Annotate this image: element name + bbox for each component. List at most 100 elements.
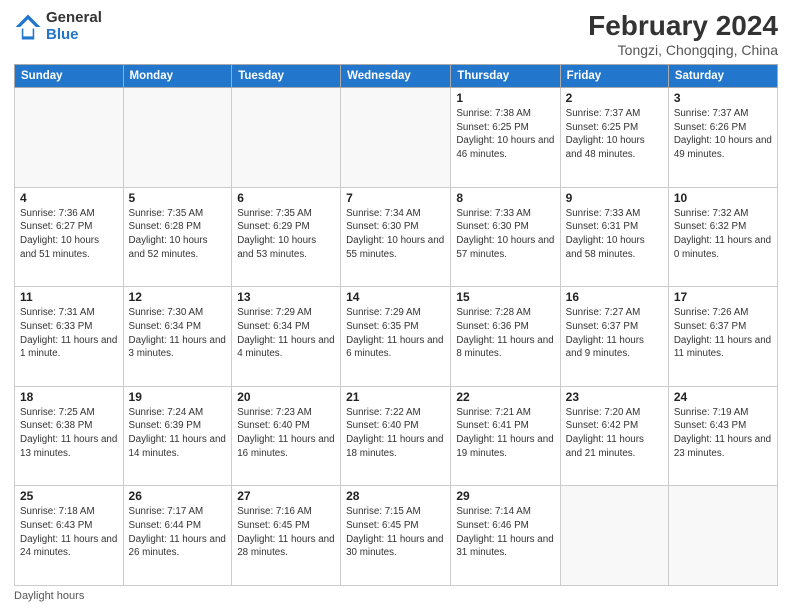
day-info: Sunrise: 7:26 AM Sunset: 6:37 PM Dayligh… bbox=[674, 306, 772, 361]
day-info: Sunrise: 7:25 AM Sunset: 6:38 PM Dayligh… bbox=[20, 406, 118, 461]
calendar-cell: 2 Sunrise: 7:37 AM Sunset: 6:25 PM Daylig… bbox=[560, 88, 668, 188]
calendar-cell: 16Sunrise: 7:27 AM Sunset: 6:37 PM Dayli… bbox=[560, 287, 668, 387]
calendar-cell: 26 Sunrise: 7:17 AM Sunset: 6:44 PM Dayli… bbox=[123, 486, 232, 586]
logo-icon bbox=[14, 13, 42, 41]
calendar-cell: 29 Sunrise: 7:14 AM Sunset: 6:46 PM Dayli… bbox=[451, 486, 560, 586]
day-info: Sunrise: 7:14 AM Sunset: 6:46 PM Dayligh… bbox=[456, 505, 554, 560]
calendar-cell: 28Sunrise: 7:15 AM Sunset: 6:45 PM Dayli… bbox=[341, 486, 451, 586]
day-info: Sunrise: 7:31 AM Sunset: 6:33 PM Dayligh… bbox=[20, 306, 118, 361]
day-info: Sunrise: 7:37 AM Sunset: 6:25 PM Dayligh… bbox=[566, 107, 663, 162]
day-info: Sunrise: 7:16 AM Sunset: 6:45 PM Dayligh… bbox=[237, 505, 335, 560]
calendar-cell: 10 Sunrise: 7:32 AM Sunset: 6:32 PM Dayli… bbox=[668, 187, 777, 287]
calendar-cell: 11 Sunrise: 7:31 AM Sunset: 6:33 PM Dayli… bbox=[15, 287, 124, 387]
calendar-cell: 14Sunrise: 7:29 AM Sunset: 6:35 PM Dayli… bbox=[341, 287, 451, 387]
day-info: Sunrise: 7:34 AM Sunset: 6:30 PM Dayligh… bbox=[346, 207, 445, 262]
day-number: 27 bbox=[237, 489, 335, 503]
day-number: 3 bbox=[674, 91, 772, 105]
calendar-cell bbox=[232, 88, 341, 188]
calendar-cell: 25 Sunrise: 7:18 AM Sunset: 6:43 PM Dayli… bbox=[15, 486, 124, 586]
logo-text: General Blue bbox=[46, 10, 102, 43]
day-number: 20 bbox=[237, 390, 335, 404]
calendar-cell: 1 Sunrise: 7:38 AM Sunset: 6:25 PM Daylig… bbox=[451, 88, 560, 188]
logo-blue: Blue bbox=[46, 27, 102, 44]
calendar-cell: 13Sunrise: 7:29 AM Sunset: 6:34 PM Dayli… bbox=[232, 287, 341, 387]
calendar-week-row: 1 Sunrise: 7:38 AM Sunset: 6:25 PM Daylig… bbox=[15, 88, 778, 188]
weekday-header: Sunday bbox=[15, 65, 124, 88]
calendar-week-row: 25 Sunrise: 7:18 AM Sunset: 6:43 PM Dayli… bbox=[15, 486, 778, 586]
calendar-cell bbox=[341, 88, 451, 188]
day-info: Sunrise: 7:35 AM Sunset: 6:28 PM Dayligh… bbox=[129, 207, 227, 262]
calendar-header: SundayMondayTuesdayWednesdayThursdayFrid… bbox=[15, 65, 778, 88]
day-number: 12 bbox=[129, 290, 227, 304]
page: General Blue February 2024 Tongzi, Chong… bbox=[0, 0, 792, 612]
day-number: 21 bbox=[346, 390, 445, 404]
day-number: 26 bbox=[129, 489, 227, 503]
day-number: 4 bbox=[20, 191, 118, 205]
calendar-body: 1 Sunrise: 7:38 AM Sunset: 6:25 PM Daylig… bbox=[15, 88, 778, 586]
day-number: 25 bbox=[20, 489, 118, 503]
day-number: 11 bbox=[20, 290, 118, 304]
main-title: February 2024 bbox=[588, 10, 778, 42]
day-number: 15 bbox=[456, 290, 554, 304]
calendar-cell: 22 Sunrise: 7:21 AM Sunset: 6:41 PM Dayli… bbox=[451, 386, 560, 486]
day-info: Sunrise: 7:29 AM Sunset: 6:35 PM Dayligh… bbox=[346, 306, 445, 361]
calendar-cell: 18Sunrise: 7:25 AM Sunset: 6:38 PM Dayli… bbox=[15, 386, 124, 486]
weekday-header: Wednesday bbox=[341, 65, 451, 88]
day-info: Sunrise: 7:32 AM Sunset: 6:32 PM Dayligh… bbox=[674, 207, 772, 262]
calendar-cell: 19 Sunrise: 7:24 AM Sunset: 6:39 PM Dayli… bbox=[123, 386, 232, 486]
day-info: Sunrise: 7:33 AM Sunset: 6:31 PM Dayligh… bbox=[566, 207, 663, 262]
day-number: 8 bbox=[456, 191, 554, 205]
calendar-week-row: 18Sunrise: 7:25 AM Sunset: 6:38 PM Dayli… bbox=[15, 386, 778, 486]
day-number: 22 bbox=[456, 390, 554, 404]
calendar-cell: 20 Sunrise: 7:23 AM Sunset: 6:40 PM Dayli… bbox=[232, 386, 341, 486]
day-number: 2 bbox=[566, 91, 663, 105]
calendar-cell: 24Sunrise: 7:19 AM Sunset: 6:43 PM Dayli… bbox=[668, 386, 777, 486]
day-info: Sunrise: 7:27 AM Sunset: 6:37 PM Dayligh… bbox=[566, 306, 663, 361]
calendar-cell: 23Sunrise: 7:20 AM Sunset: 6:42 PM Dayli… bbox=[560, 386, 668, 486]
day-info: Sunrise: 7:28 AM Sunset: 6:36 PM Dayligh… bbox=[456, 306, 554, 361]
weekday-header: Monday bbox=[123, 65, 232, 88]
calendar-cell: 21 Sunrise: 7:22 AM Sunset: 6:40 PM Dayli… bbox=[341, 386, 451, 486]
logo-general: General bbox=[46, 10, 102, 27]
day-info: Sunrise: 7:38 AM Sunset: 6:25 PM Dayligh… bbox=[456, 107, 554, 162]
day-number: 9 bbox=[566, 191, 663, 205]
calendar-cell: 15 Sunrise: 7:28 AM Sunset: 6:36 PM Dayli… bbox=[451, 287, 560, 387]
sub-title: Tongzi, Chongqing, China bbox=[588, 42, 778, 58]
day-info: Sunrise: 7:30 AM Sunset: 6:34 PM Dayligh… bbox=[129, 306, 227, 361]
day-number: 7 bbox=[346, 191, 445, 205]
day-number: 5 bbox=[129, 191, 227, 205]
weekday-header: Tuesday bbox=[232, 65, 341, 88]
calendar-cell: 12 Sunrise: 7:30 AM Sunset: 6:34 PM Dayli… bbox=[123, 287, 232, 387]
day-info: Sunrise: 7:19 AM Sunset: 6:43 PM Dayligh… bbox=[674, 406, 772, 461]
calendar-cell: 17 Sunrise: 7:26 AM Sunset: 6:37 PM Dayli… bbox=[668, 287, 777, 387]
day-number: 29 bbox=[456, 489, 554, 503]
day-info: Sunrise: 7:24 AM Sunset: 6:39 PM Dayligh… bbox=[129, 406, 227, 461]
day-number: 1 bbox=[456, 91, 554, 105]
weekday-header: Saturday bbox=[668, 65, 777, 88]
day-number: 17 bbox=[674, 290, 772, 304]
weekday-row: SundayMondayTuesdayWednesdayThursdayFrid… bbox=[15, 65, 778, 88]
calendar-cell: 8 Sunrise: 7:33 AM Sunset: 6:30 PM Daylig… bbox=[451, 187, 560, 287]
calendar-cell: 7 Sunrise: 7:34 AM Sunset: 6:30 PM Daylig… bbox=[341, 187, 451, 287]
day-number: 28 bbox=[346, 489, 445, 503]
day-info: Sunrise: 7:23 AM Sunset: 6:40 PM Dayligh… bbox=[237, 406, 335, 461]
day-info: Sunrise: 7:17 AM Sunset: 6:44 PM Dayligh… bbox=[129, 505, 227, 560]
calendar-cell: 4Sunrise: 7:36 AM Sunset: 6:27 PM Daylig… bbox=[15, 187, 124, 287]
day-number: 19 bbox=[129, 390, 227, 404]
calendar-cell: 9 Sunrise: 7:33 AM Sunset: 6:31 PM Daylig… bbox=[560, 187, 668, 287]
day-number: 23 bbox=[566, 390, 663, 404]
day-number: 10 bbox=[674, 191, 772, 205]
day-number: 13 bbox=[237, 290, 335, 304]
day-info: Sunrise: 7:18 AM Sunset: 6:43 PM Dayligh… bbox=[20, 505, 118, 560]
day-info: Sunrise: 7:22 AM Sunset: 6:40 PM Dayligh… bbox=[346, 406, 445, 461]
calendar: SundayMondayTuesdayWednesdayThursdayFrid… bbox=[14, 64, 778, 586]
calendar-cell: 6Sunrise: 7:35 AM Sunset: 6:29 PM Daylig… bbox=[232, 187, 341, 287]
logo: General Blue bbox=[14, 10, 102, 43]
day-info: Sunrise: 7:37 AM Sunset: 6:26 PM Dayligh… bbox=[674, 107, 772, 162]
calendar-week-row: 11 Sunrise: 7:31 AM Sunset: 6:33 PM Dayli… bbox=[15, 287, 778, 387]
day-info: Sunrise: 7:33 AM Sunset: 6:30 PM Dayligh… bbox=[456, 207, 554, 262]
day-info: Sunrise: 7:21 AM Sunset: 6:41 PM Dayligh… bbox=[456, 406, 554, 461]
calendar-cell: 3 Sunrise: 7:37 AM Sunset: 6:26 PM Daylig… bbox=[668, 88, 777, 188]
calendar-cell bbox=[123, 88, 232, 188]
weekday-header: Thursday bbox=[451, 65, 560, 88]
